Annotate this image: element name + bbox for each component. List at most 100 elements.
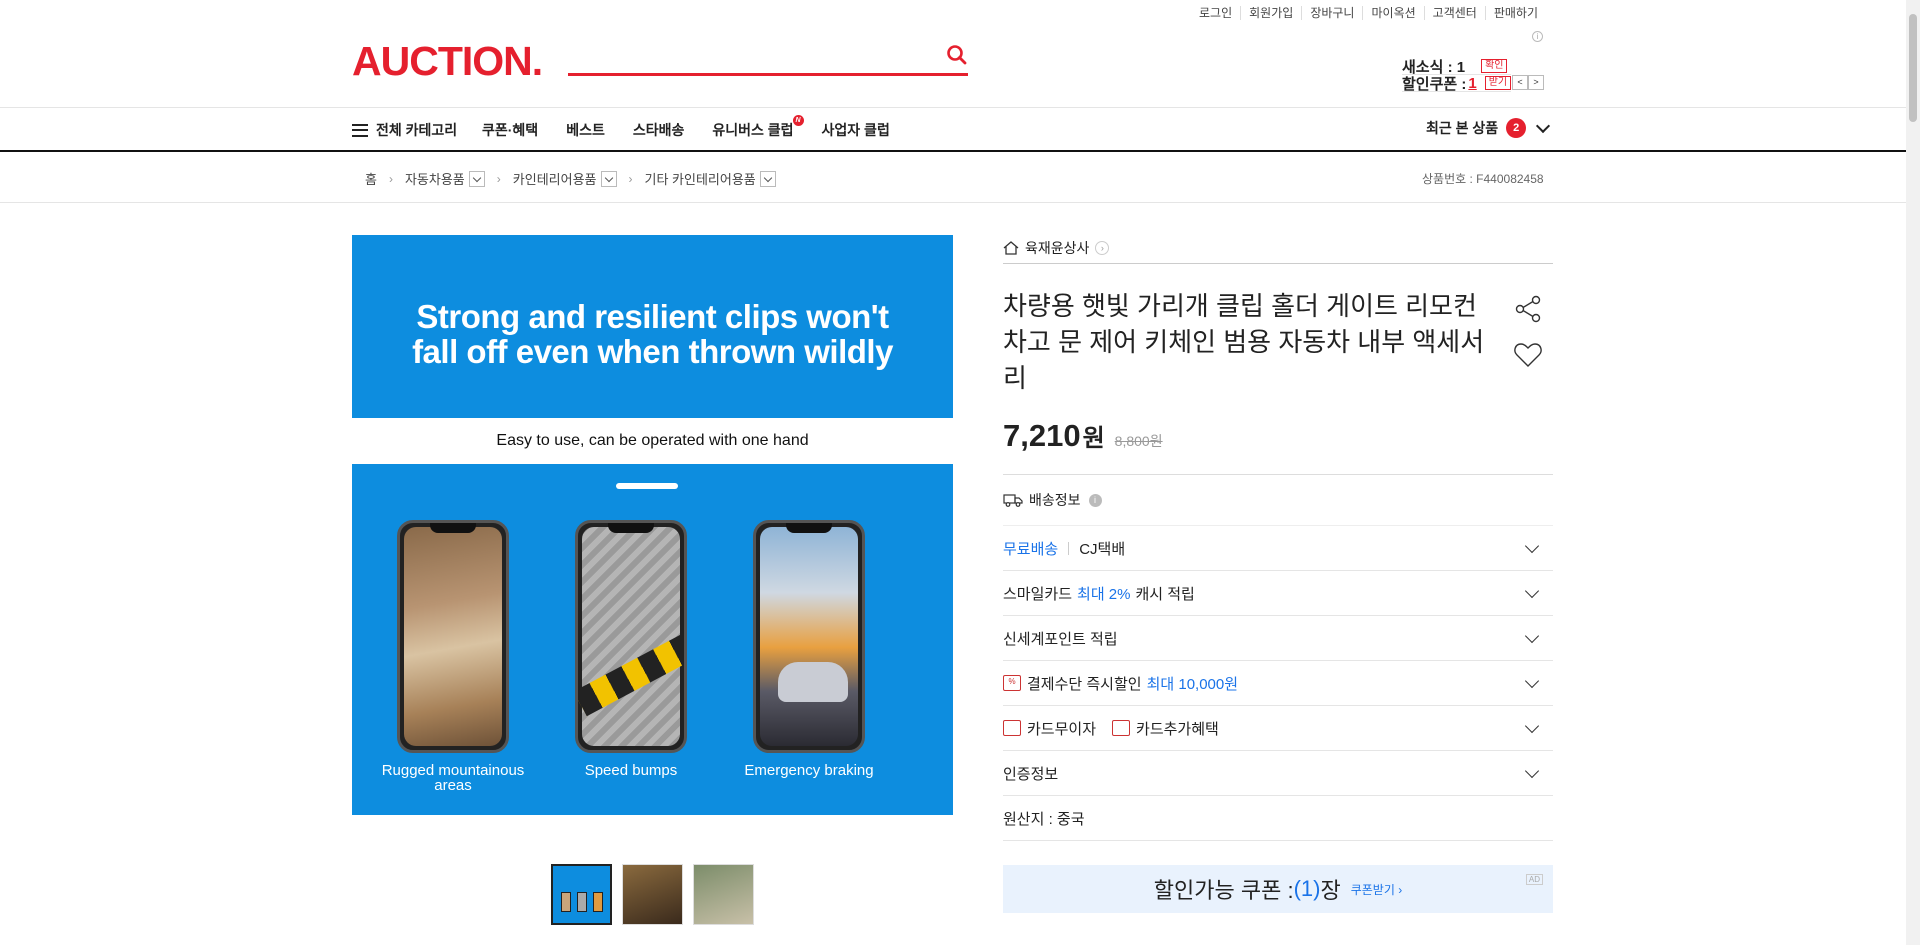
dropdown-icon[interactable] (468, 170, 485, 187)
card-plus-icon (1112, 720, 1131, 736)
nav-item-star-delivery[interactable]: 스타배송 (633, 120, 685, 140)
cart-link[interactable]: 장바구니 (1301, 6, 1362, 20)
auction-logo[interactable]: AUCTION. (352, 38, 543, 85)
certification-row[interactable]: 인증정보 (1003, 751, 1553, 796)
chevron-down-icon[interactable] (1524, 628, 1540, 644)
card-benefit-row[interactable]: 카드무이자 카드추가혜택 (1003, 706, 1553, 751)
customer-center-link[interactable]: 고객센터 (1423, 6, 1485, 20)
nav-item-coupon[interactable]: 쿠폰·혜택 (482, 120, 538, 140)
origin-row: 원산지 : 중국 (1003, 796, 1553, 841)
product-number: 상품번호 : F440082458 (1422, 172, 1544, 186)
hero-headline-line-1: Strong and resilient clips won't (416, 298, 889, 335)
breadcrumb-separator-icon: › (628, 171, 633, 186)
new-badge: N (792, 115, 804, 126)
thumbnail-list (551, 864, 764, 925)
recent-products-button[interactable]: 최근 본 상품 2 (1426, 118, 1551, 138)
main-nav: 전체 카테고리 쿠폰·혜택 베스트 스타배송 유니버스 클럽 N 사업자 클럽 최… (0, 107, 1906, 152)
nav-item-business-club[interactable]: 사업자 클럽 (822, 120, 890, 140)
next-arrow-icon[interactable]: > (1528, 75, 1544, 90)
nav-item-universe-club[interactable]: 유니버스 클럽 N (712, 115, 804, 140)
thumbnail-1[interactable] (551, 864, 612, 925)
currency-label: 원 (1082, 425, 1105, 452)
shinsegae-point: 신세계포인트 적립 (1003, 630, 1118, 648)
my-auction-link[interactable]: 마이옥션 (1362, 6, 1423, 20)
ad-badge: AD (1525, 874, 1543, 885)
coupon-get-link[interactable]: 쿠폰받기 › (1351, 881, 1403, 898)
breadcrumb-level-2[interactable]: 카인테리어용품 (513, 169, 597, 188)
payment-discount-pre: 결제수단 즉시할인 (1027, 675, 1142, 693)
thumbnail-2[interactable] (622, 864, 683, 925)
phone-image-speedbump (575, 520, 687, 753)
product-title: 차량용 햇빛 가리개 클립 홀더 게이트 리모컨 차고 문 제어 키체인 범용 … (1003, 291, 1485, 393)
news-check-button[interactable]: 확인 (1481, 59, 1508, 73)
info-icon[interactable]: i (1532, 31, 1543, 42)
shipping-row[interactable]: 무료배송 CJ택배 (1003, 526, 1553, 571)
home-icon (1003, 240, 1019, 255)
divider (1068, 541, 1070, 555)
breadcrumb-level-3[interactable]: 기타 카인테리어용품 (645, 169, 756, 188)
prev-arrow-icon[interactable]: < (1512, 75, 1528, 90)
origin-info: 원산지 : 중국 (1003, 810, 1085, 828)
truck-icon (1003, 494, 1023, 507)
chevron-right-icon: › (1095, 240, 1110, 255)
payment-discount-row[interactable]: % 결제수단 즉시할인 최대 10,000원 (1003, 661, 1553, 706)
recent-label: 최근 본 상품 (1426, 120, 1499, 136)
chevron-down-icon[interactable] (1524, 583, 1540, 599)
panel-pager: < > (1512, 75, 1544, 90)
product-main-image[interactable]: Strong and resilient clips won't fall of… (352, 235, 953, 815)
payment-discount-amount: 최대 10,000원 (1146, 675, 1239, 693)
page-scrollbar[interactable] (1906, 0, 1920, 945)
certification-info: 인증정보 (1003, 765, 1059, 783)
breadcrumb-level-1[interactable]: 자동차용품 (405, 169, 465, 188)
login-link[interactable]: 로그인 (1191, 6, 1240, 20)
sale-price: 7,210 (1003, 418, 1081, 453)
chevron-down-icon[interactable] (1524, 673, 1540, 689)
user-panel: 새소식 : 1 확인 할인쿠폰 : 1 받기 (1402, 58, 1512, 93)
chevron-down-icon[interactable] (1524, 718, 1540, 734)
coupon-banner[interactable]: 할인가능 쿠폰 : (1) 장 쿠폰받기 › AD (1003, 865, 1553, 913)
shinsegae-point-row[interactable]: 신세계포인트 적립 (1003, 616, 1553, 661)
hero-subtitle: Easy to use, can be operated with one ha… (352, 418, 953, 464)
caption-mountain: Rugged mountainous areas (381, 762, 525, 794)
chevron-down-icon (1536, 118, 1551, 133)
recent-count-badge: 2 (1506, 118, 1527, 138)
sell-link[interactable]: 판매하기 (1484, 6, 1546, 20)
universe-club-label: 유니버스 클럽 (712, 122, 794, 138)
coupon-label: 할인쿠폰 : (1402, 75, 1467, 93)
search-input[interactable] (568, 34, 968, 76)
dropdown-icon[interactable] (759, 170, 776, 187)
breadcrumb: 홈 › 자동차용품 › 카인테리어용품 › 기타 카인테리어용품 상품번호 : … (0, 152, 1906, 203)
discount-icon: % (1003, 675, 1021, 691)
free-shipping: 무료배송 (1003, 540, 1059, 558)
product-info-panel: 육재윤상사 › 차량용 햇빛 가리개 클립 홀더 게이트 리모컨 차고 문 제어… (1003, 232, 1553, 913)
caption-braking: Emergency braking (744, 762, 874, 779)
signup-link[interactable]: 회원가입 (1240, 6, 1301, 20)
breadcrumb-home[interactable]: 홈 (365, 169, 377, 188)
coupon-get-button[interactable]: 받기 (1484, 76, 1512, 90)
seller-link[interactable]: 육재윤상사 › (1003, 232, 1553, 264)
caption-speedbump: Speed bumps (584, 762, 678, 779)
info-icon[interactable]: i (1088, 493, 1102, 507)
thumbnail-3[interactable] (693, 864, 754, 925)
chevron-down-icon[interactable] (1524, 538, 1540, 554)
price-block: 7,210 원 8,800원 (1003, 418, 1553, 454)
heart-icon[interactable] (1513, 340, 1543, 370)
coupon-banner-count: (1) (1293, 876, 1321, 901)
breadcrumb-separator-icon: › (496, 171, 501, 186)
coupon-row: 할인쿠폰 : 1 받기 (1402, 75, 1512, 93)
coupon-count[interactable]: 1 (1468, 75, 1476, 92)
all-categories-button[interactable]: 전체 카테고리 (352, 120, 457, 140)
nav-item-best[interactable]: 베스트 (566, 120, 605, 140)
dropdown-icon[interactable] (600, 170, 617, 187)
scrollbar-thumb[interactable] (1909, 14, 1917, 122)
chevron-down-icon[interactable] (1524, 763, 1540, 779)
hamburger-icon (352, 123, 368, 137)
all-categories-label: 전체 카테고리 (376, 122, 458, 138)
shipping-info-header: 배송정보 i (1003, 475, 1553, 526)
nav-items: 쿠폰·혜택 베스트 스타배송 유니버스 클럽 N 사업자 클럽 (482, 115, 918, 140)
share-icon[interactable] (1513, 294, 1543, 324)
coupon-banner-suffix: 장 (1320, 878, 1341, 903)
smile-card-row[interactable]: 스마일카드 최대 2% 캐시 적립 (1003, 571, 1553, 616)
hero-headline-line-2: fall off even when thrown wildly (412, 333, 893, 370)
search-icon[interactable] (946, 44, 968, 66)
